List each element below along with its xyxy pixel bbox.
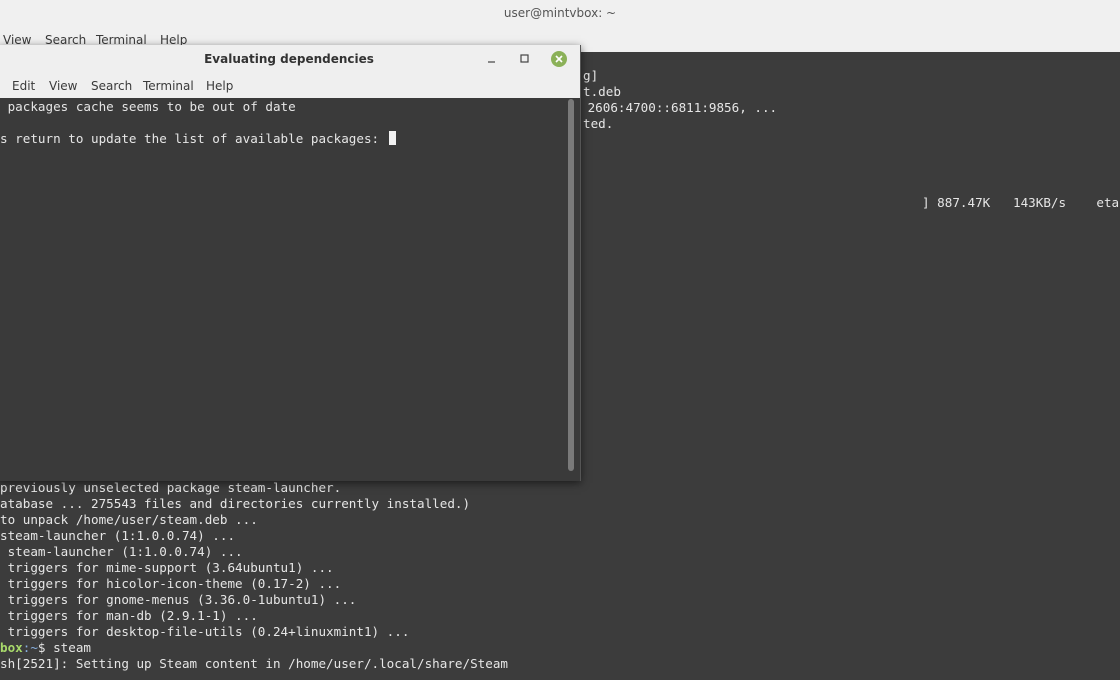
bg-terminal-line: g] xyxy=(583,68,599,83)
bg-log-line: triggers for man-db (2.9.1-1) ... xyxy=(0,608,258,623)
bg-log-line: sh[2521]: Setting up Steam content in /h… xyxy=(0,656,508,671)
bg-log-line: steam-launcher (1:1.0.0.74) ... xyxy=(0,528,236,543)
prompt-path: :~ xyxy=(22,640,38,655)
bg-log-line: triggers for hicolor-icon-theme (0.17-2)… xyxy=(0,576,342,591)
text-cursor xyxy=(388,131,396,145)
minimize-icon[interactable] xyxy=(484,51,500,67)
dialog-scrollbar[interactable] xyxy=(568,99,574,471)
bg-log-line: atabase ... 275543 files and directories… xyxy=(0,496,471,511)
evaluating-dependencies-window: Evaluating dependencies Edit View Search… xyxy=(0,45,581,481)
dlg-menu-help[interactable]: Help xyxy=(206,79,233,93)
bg-log-line: previously unselected package steam-laun… xyxy=(0,480,342,495)
dlg-menu-edit[interactable]: Edit xyxy=(12,79,35,93)
prompt-host: box xyxy=(0,640,23,655)
dlg-menu-view[interactable]: View xyxy=(49,79,77,93)
bg-log-line: triggers for mime-support (3.64ubuntu1) … xyxy=(0,560,334,575)
bg-window-title: user@mintvbox: ~ xyxy=(503,6,617,20)
dlg-menu-search[interactable]: Search xyxy=(91,79,132,93)
bg-terminal-line: ted. xyxy=(583,116,614,131)
bg-terminal-line: 2606:4700::6811:9856, ... xyxy=(580,100,778,115)
dialog-prompt-text: s return to update the list of available… xyxy=(0,131,387,146)
bg-window-titlebar: user@mintvbox: ~ xyxy=(0,0,1120,28)
bg-prompt-line: box:~$ steam xyxy=(0,640,91,656)
maximize-icon[interactable] xyxy=(517,51,533,67)
dialog-titlebar[interactable]: Evaluating dependencies xyxy=(0,45,580,73)
dialog-line: packages cache seems to be out of date xyxy=(0,99,296,114)
bg-log-line: to unpack /home/user/steam.deb ... xyxy=(0,512,258,527)
bg-log-line: triggers for gnome-menus (3.36.0-1ubuntu… xyxy=(0,592,357,607)
dialog-menubar: Edit View Search Terminal Help xyxy=(0,73,580,99)
bg-progress-line: ] 887.47K 143KB/s etas xyxy=(922,195,1120,210)
bg-log-line: steam-launcher (1:1.0.0.74) ... xyxy=(0,544,243,559)
dlg-menu-terminal[interactable]: Terminal xyxy=(143,79,194,93)
bg-terminal-line: t.deb xyxy=(583,84,621,99)
dialog-terminal-area[interactable]: packages cache seems to be out of date s… xyxy=(0,98,580,481)
dialog-prompt-line: s return to update the list of available… xyxy=(0,131,396,147)
close-icon[interactable] xyxy=(551,51,567,67)
bg-log-line: triggers for desktop-file-utils (0.24+li… xyxy=(0,624,410,639)
prompt-command: $ steam xyxy=(37,640,91,655)
